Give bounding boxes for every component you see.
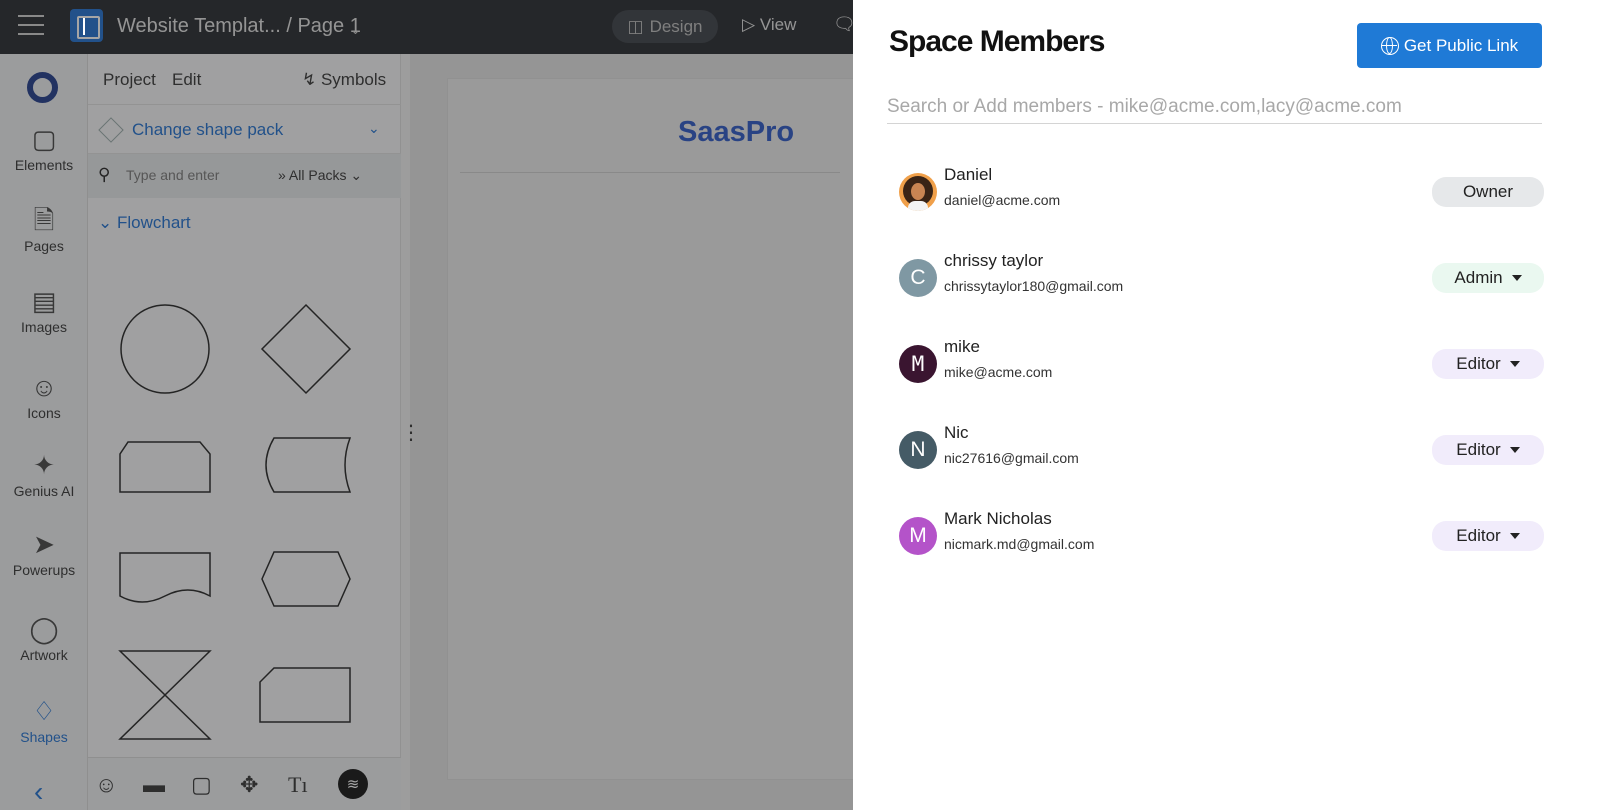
members-list: Daniel daniel@acme.com Owner C chrissy t… bbox=[899, 165, 1544, 595]
role-dropdown[interactable]: Editor bbox=[1432, 349, 1544, 379]
member-email: nic27616@gmail.com bbox=[944, 450, 1079, 466]
public-link-label: Get Public Link bbox=[1403, 35, 1519, 55]
member-row: N Nic nic27616@gmail.com Editor bbox=[899, 423, 1544, 509]
member-email: daniel@acme.com bbox=[944, 192, 1061, 208]
member-row: Daniel daniel@acme.com Owner bbox=[899, 165, 1544, 251]
member-row: M Mark Nicholas nicmark.md@gmail.com Edi… bbox=[899, 509, 1544, 595]
globe-icon bbox=[1380, 36, 1399, 55]
member-name: Daniel bbox=[944, 165, 993, 184]
panel-title: Space Members bbox=[889, 25, 1105, 58]
caret-down-icon bbox=[1509, 533, 1520, 539]
role-label: Editor bbox=[1456, 526, 1501, 545]
get-public-link-button[interactable]: Get Public Link bbox=[1357, 23, 1542, 68]
member-name: chrissy taylor bbox=[944, 251, 1044, 270]
role-label: Admin bbox=[1454, 268, 1503, 287]
avatar: M bbox=[899, 517, 937, 555]
modal-backdrop[interactable] bbox=[0, 0, 860, 810]
member-search-input[interactable] bbox=[887, 90, 1542, 124]
member-email: mike@acme.com bbox=[944, 364, 1053, 380]
avatar bbox=[899, 173, 937, 211]
role-label: Editor bbox=[1456, 440, 1501, 459]
role-badge: Owner bbox=[1432, 177, 1544, 207]
caret-down-icon bbox=[1511, 275, 1522, 281]
role-label: Owner bbox=[1462, 182, 1514, 201]
member-email: chrissytaylor180@gmail.com bbox=[944, 278, 1124, 294]
avatar: M bbox=[899, 345, 937, 383]
role-label: Editor bbox=[1456, 354, 1501, 373]
avatar: C bbox=[899, 259, 937, 297]
member-name: Nic bbox=[944, 423, 969, 442]
member-row: C chrissy taylor chrissytaylor180@gmail.… bbox=[899, 251, 1544, 337]
avatar: N bbox=[899, 431, 937, 469]
role-dropdown[interactable]: Editor bbox=[1432, 435, 1544, 465]
space-members-panel: Space Members Get Public Link Daniel dan… bbox=[853, 0, 1600, 810]
caret-down-icon bbox=[1509, 361, 1520, 367]
member-name: Mark Nicholas bbox=[944, 509, 1052, 528]
member-name: mike bbox=[944, 337, 980, 356]
role-dropdown[interactable]: Admin bbox=[1432, 263, 1544, 293]
role-dropdown[interactable]: Editor bbox=[1432, 521, 1544, 551]
member-row: M mike mike@acme.com Editor bbox=[899, 337, 1544, 423]
member-email: nicmark.md@gmail.com bbox=[944, 536, 1095, 552]
caret-down-icon bbox=[1509, 447, 1520, 453]
